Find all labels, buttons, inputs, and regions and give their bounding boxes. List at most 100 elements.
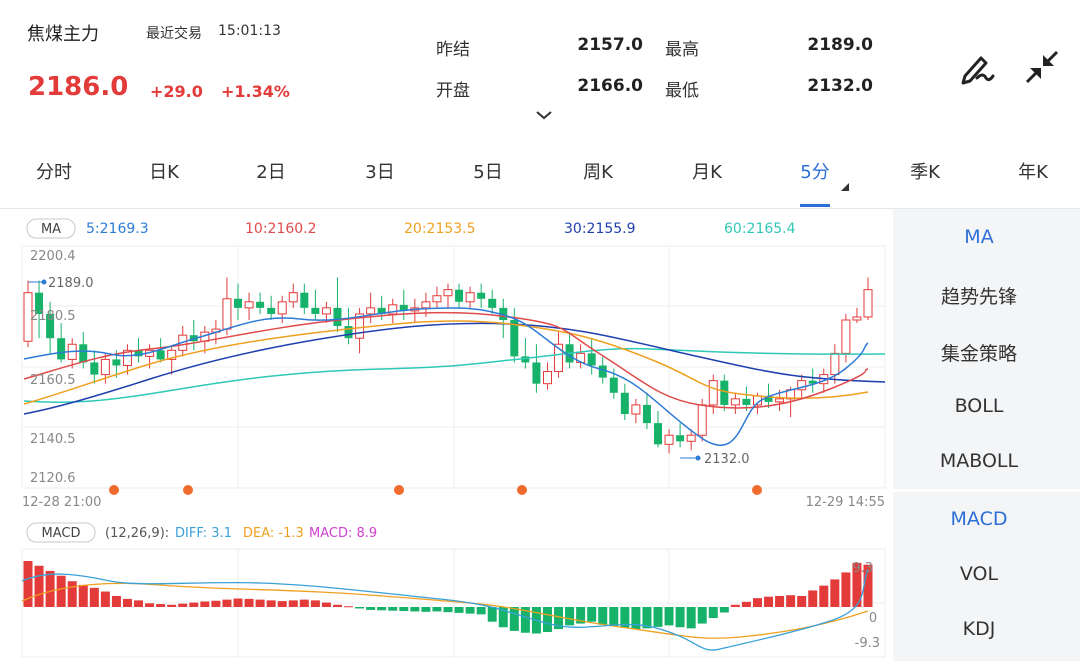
macd-bar xyxy=(67,581,77,607)
tab-month-k[interactable]: 月K xyxy=(667,158,747,188)
candle-body xyxy=(477,292,486,299)
macd-bar xyxy=(78,584,88,607)
candle-body xyxy=(686,434,696,442)
tab-2day[interactable]: 2日 xyxy=(231,158,311,188)
tab-fenshi[interactable]: 分时 xyxy=(14,158,94,188)
macd-value: MACD: 8.9 xyxy=(309,526,377,541)
macd-bar xyxy=(808,590,818,607)
ma20-line xyxy=(23,320,869,405)
ma60-value: 60:2165.4 xyxy=(724,221,796,237)
macd-bar xyxy=(708,607,718,619)
ma-tag-label: MA xyxy=(41,222,61,237)
macd-bar xyxy=(465,607,475,614)
macd-bar xyxy=(145,603,155,607)
macd-bar xyxy=(167,604,177,607)
tab-quarter-k[interactable]: 季K xyxy=(885,158,965,188)
macd-dea: DEA: -1.3 xyxy=(243,526,304,541)
macd-tick-1: 0 xyxy=(869,611,877,626)
chevron-down-icon[interactable] xyxy=(534,108,554,122)
macd-bar xyxy=(377,607,387,611)
indicator-trend-pioneer[interactable]: 趋势先锋 xyxy=(893,282,1065,309)
macd-bar xyxy=(310,600,320,607)
high-label: 最高 xyxy=(665,40,699,60)
candle-body xyxy=(664,434,674,445)
macd-bar xyxy=(211,600,221,607)
ma5-value: 5:2169.3 xyxy=(86,221,149,237)
ma30-value: 30:2155.9 xyxy=(564,221,636,237)
macd-bar xyxy=(421,607,431,612)
candle-body xyxy=(288,292,298,303)
macd-bar xyxy=(355,607,365,609)
tab-3day[interactable]: 3日 xyxy=(340,158,420,188)
candle-body xyxy=(277,301,287,315)
y-tick-3: 2140.5 xyxy=(30,432,76,447)
macd-bar xyxy=(565,607,575,626)
candle-body xyxy=(421,301,431,309)
macd-bar xyxy=(255,599,265,607)
macd-bar xyxy=(509,607,519,631)
macd-bar xyxy=(111,595,121,607)
candle-body xyxy=(587,353,596,366)
candle-body xyxy=(256,301,265,308)
candle-body xyxy=(465,292,475,303)
candle-body xyxy=(620,392,629,415)
candle-body xyxy=(432,295,442,303)
prev-settle-value: 2157.0 xyxy=(577,35,643,55)
trade-time: 15:01:13 xyxy=(218,23,281,39)
macd-bar xyxy=(189,602,199,607)
low-value: 2132.0 xyxy=(807,76,873,96)
macd-bar xyxy=(178,603,188,607)
candle-body xyxy=(267,307,276,314)
macd-bars-layer xyxy=(23,561,873,634)
macd-bar xyxy=(476,607,486,615)
candle-body xyxy=(830,352,840,376)
macd-bar xyxy=(34,565,44,607)
indicator-panel xyxy=(893,209,1080,661)
candle-body xyxy=(852,316,862,321)
tab-day-k[interactable]: 日K xyxy=(124,158,204,188)
indicator-boll[interactable]: BOLL xyxy=(893,395,1065,417)
contract-title: 焦煤主力 xyxy=(27,24,99,45)
macd-bar xyxy=(487,607,497,622)
macd-params: (12,26,9): xyxy=(105,526,169,541)
macd-bar xyxy=(819,585,829,607)
macd-bar xyxy=(454,607,464,613)
tab-week-k[interactable]: 周K xyxy=(558,158,638,188)
candle-body xyxy=(112,359,121,366)
indicator-kdj[interactable]: KDJ xyxy=(893,618,1065,640)
candle-body xyxy=(300,292,309,308)
macd-bar xyxy=(277,601,287,607)
indicator-vol[interactable]: VOL xyxy=(893,563,1065,585)
low-marker: 2132.0 xyxy=(704,452,750,467)
price-change-pct: +1.34% xyxy=(221,82,290,101)
candle-body xyxy=(642,404,651,424)
macd-bar xyxy=(697,607,707,624)
high-value: 2189.0 xyxy=(807,35,873,55)
candle-body xyxy=(775,398,785,403)
macd-bar xyxy=(299,599,309,607)
open-value: 2166.0 xyxy=(577,76,643,96)
indicator-macd[interactable]: MACD xyxy=(893,508,1065,530)
y-tick-4: 2120.6 xyxy=(30,471,76,486)
macd-bar xyxy=(56,575,66,607)
indicator-fund-strategy[interactable]: 集金策略 xyxy=(893,339,1065,366)
macd-bar xyxy=(653,607,663,627)
indicator-panel-divider xyxy=(893,489,1080,492)
macd-bar xyxy=(841,572,851,607)
indicator-maboll[interactable]: MABOLL xyxy=(893,450,1065,472)
pen-draw-icon[interactable] xyxy=(955,46,997,88)
candle-body xyxy=(708,380,718,406)
macd-bar xyxy=(542,607,552,633)
macd-bar xyxy=(266,600,276,607)
indicator-ma[interactable]: MA xyxy=(893,226,1065,248)
tab-5day[interactable]: 5日 xyxy=(448,158,528,188)
event-markers xyxy=(109,485,762,495)
collapse-arrows-icon[interactable] xyxy=(1021,46,1063,88)
kline-chart[interactable]: MA 5:2169.3 10:2160.2 20:2153.5 30:2155.… xyxy=(0,209,893,661)
macd-bar xyxy=(399,607,409,612)
candle-body xyxy=(598,365,607,378)
macd-bar xyxy=(366,607,376,610)
tab-year-k[interactable]: 年K xyxy=(993,158,1073,188)
dropdown-triangle-icon[interactable] xyxy=(839,181,849,191)
macd-bar xyxy=(432,607,442,612)
